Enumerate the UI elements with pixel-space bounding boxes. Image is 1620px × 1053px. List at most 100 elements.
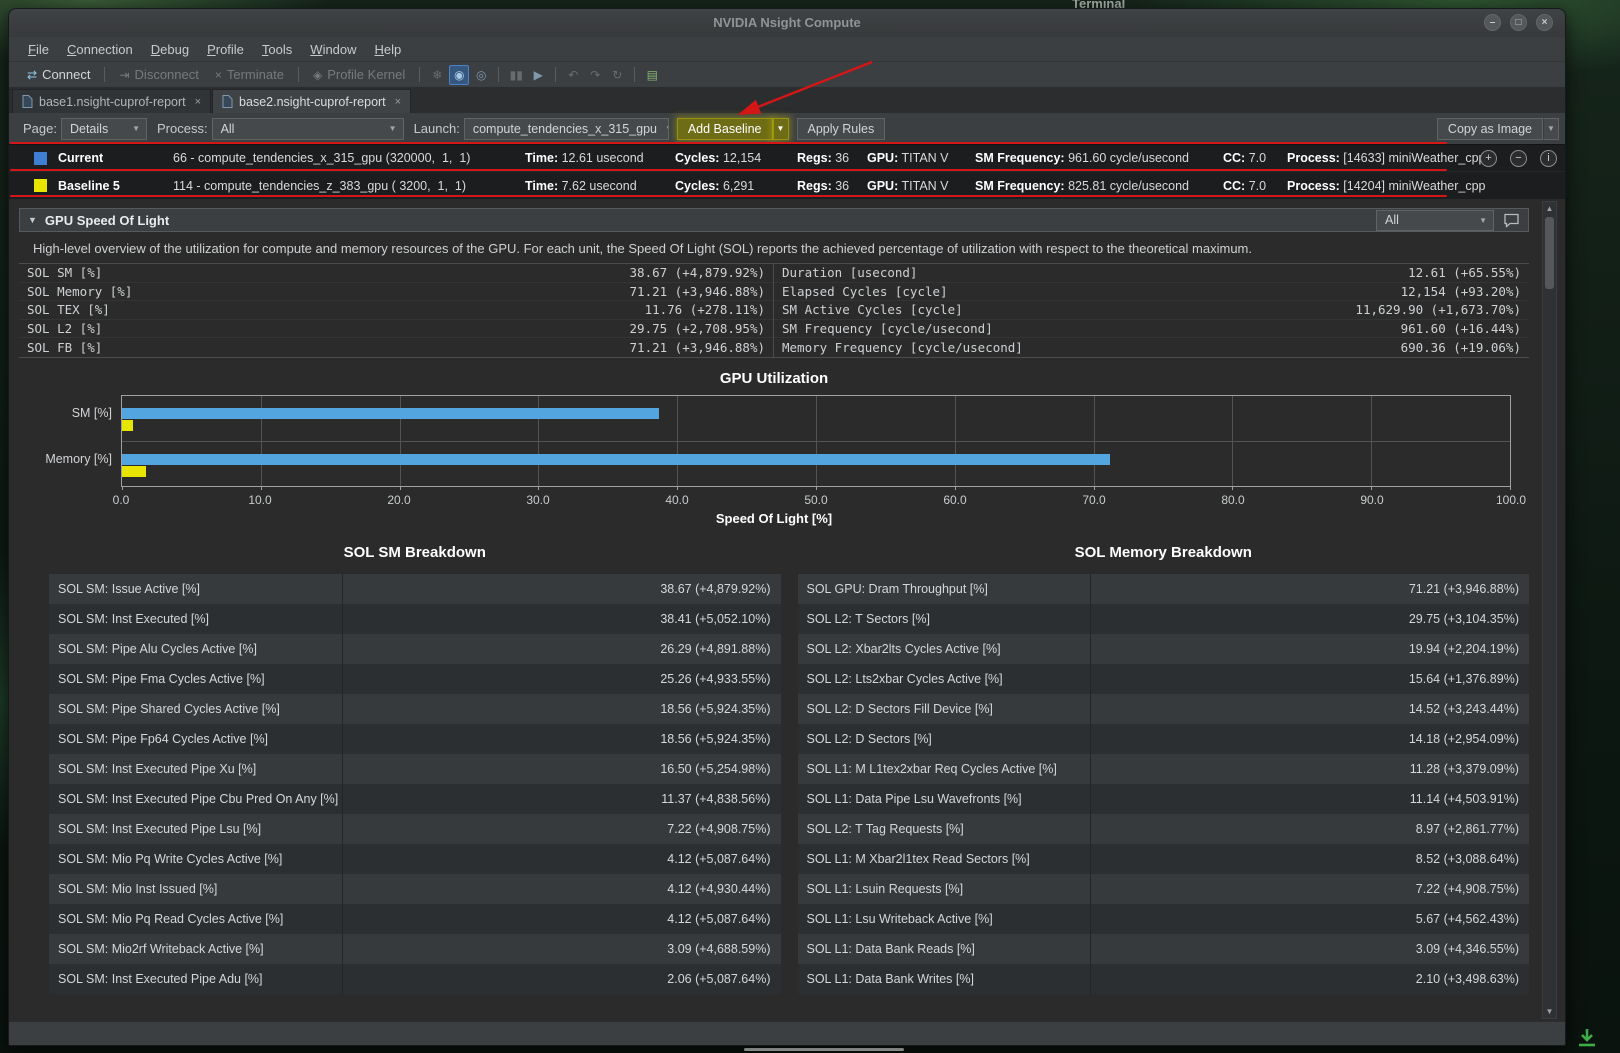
metric-row[interactable]: SM Frequency [cycle/usecond]961.60 (+16.…: [774, 320, 1529, 339]
profile-kernel-button[interactable]: ◈Profile Kernel: [305, 64, 413, 86]
breakdown-row[interactable]: SOL GPU: Dram Throughput [%]71.21 (+3,94…: [798, 574, 1530, 604]
baseline-row[interactable]: Current66 - compute_tendencies_x_315_gpu…: [9, 145, 1565, 172]
breakdown-row[interactable]: SOL SM: Inst Executed Pipe Lsu [%]7.22 (…: [49, 814, 781, 844]
breakdown-row[interactable]: SOL SM: Pipe Fma Cycles Active [%]25.26 …: [49, 664, 781, 694]
breakdown-row[interactable]: SOL SM: Inst Executed [%]38.41 (+5,052.1…: [49, 604, 781, 634]
sol-table-left: SOL SM [%]38.67 (+4,879.92%)SOL Memory […: [19, 264, 774, 357]
metric-row[interactable]: SOL Memory [%]71.21 (+3,946.88%): [19, 283, 773, 302]
breakdown-row[interactable]: SOL L2: D Sectors [%]14.18 (+2,954.09%): [798, 724, 1530, 754]
rerun-icon[interactable]: ↻: [607, 65, 627, 85]
breakdown-row[interactable]: SOL SM: Pipe Alu Cycles Active [%]26.29 …: [49, 634, 781, 664]
section-header-gpu-speed-of-light[interactable]: ▼ GPU Speed Of Light All ▼: [19, 208, 1529, 232]
baseline-name: Current: [58, 151, 173, 165]
menu-item-file[interactable]: File: [19, 40, 58, 59]
breakdown-row[interactable]: SOL SM: Inst Executed Pipe Adu [%]2.06 (…: [49, 964, 781, 994]
connect-button[interactable]: ⇄Connect: [19, 64, 98, 86]
scroll-down-icon[interactable]: ▼: [1543, 1005, 1556, 1018]
tab-close-icon[interactable]: ×: [195, 96, 201, 108]
menu-item-help[interactable]: Help: [366, 40, 411, 59]
freeze-api-icon[interactable]: ❄: [427, 65, 447, 85]
maximize-button[interactable]: □: [1510, 14, 1527, 31]
metric-name: SOL Memory [%]: [27, 284, 132, 299]
breakdown-row[interactable]: SOL SM: Mio Pq Write Cycles Active [%]4.…: [49, 844, 781, 874]
metric-row[interactable]: SOL FB [%]71.21 (+3,946.88%): [19, 338, 773, 357]
breakdown-row[interactable]: SOL L2: T Sectors [%]29.75 (+3,104.35%): [798, 604, 1530, 634]
dock-indicator: [744, 1048, 904, 1051]
profile-series-icon[interactable]: ◉: [449, 65, 469, 85]
baseline-panel: Current66 - compute_tendencies_x_315_gpu…: [9, 144, 1565, 199]
scrollbar-thumb[interactable]: [1545, 217, 1554, 289]
resume-icon[interactable]: ▶: [528, 65, 548, 85]
zoom-in-button[interactable]: +: [1480, 150, 1497, 167]
breakdown-row[interactable]: SOL SM: Mio2rf Writeback Active [%]3.09 …: [49, 934, 781, 964]
menu-item-profile[interactable]: Profile: [198, 40, 253, 59]
breakdown-row[interactable]: SOL SM: Issue Active [%]38.67 (+4,879.92…: [49, 574, 781, 604]
baseline-stat: Cycles: 6,291: [675, 179, 797, 193]
breakdown-metric-name: SOL L1: Lsu Writeback Active [%]: [798, 904, 1091, 934]
breakdown-row[interactable]: SOL L1: Lsuin Requests [%]7.22 (+4,908.7…: [798, 874, 1530, 904]
breakdown-row[interactable]: SOL SM: Pipe Fp64 Cycles Active [%]18.56…: [49, 724, 781, 754]
info-button[interactable]: i: [1540, 150, 1557, 167]
chart-tick-label: 80.0: [1221, 493, 1244, 507]
pause-icon[interactable]: ▮▮: [506, 65, 526, 85]
disconnect-button[interactable]: ⇥Disconnect: [111, 64, 206, 86]
breakdown-row[interactable]: SOL L1: Lsu Writeback Active [%]5.67 (+4…: [798, 904, 1530, 934]
memory-breakdown-title: SOL Memory Breakdown: [798, 544, 1530, 561]
titlebar[interactable]: NVIDIA Nsight Compute –□×: [9, 9, 1565, 37]
breakdown-row[interactable]: SOL SM: Inst Executed Pipe Cbu Pred On A…: [49, 784, 781, 814]
breakdown-row[interactable]: SOL L1: M L1tex2xbar Req Cycles Active […: [798, 754, 1530, 784]
metric-name: SOL FB [%]: [27, 340, 102, 355]
breakdown-row[interactable]: SOL L2: D Sectors Fill Device [%]14.52 (…: [798, 694, 1530, 724]
metric-row[interactable]: Elapsed Cycles [cycle]12,154 (+93.20%): [774, 283, 1529, 302]
collapse-arrow-icon[interactable]: ▼: [28, 215, 37, 225]
breakdown-row[interactable]: SOL SM: Pipe Shared Cycles Active [%]18.…: [49, 694, 781, 724]
undo-icon[interactable]: ↶: [563, 65, 583, 85]
launch-dropdown[interactable]: compute_tendencies_x_315_gpu ▼: [464, 118, 669, 140]
metric-name: SM Frequency [cycle/usecond]: [782, 321, 993, 336]
metric-row[interactable]: SM Active Cycles [cycle]11,629.90 (+1,67…: [774, 301, 1529, 320]
baseline-name: Baseline 5: [58, 179, 173, 193]
zoom-out-button[interactable]: −: [1510, 150, 1527, 167]
metric-row[interactable]: SOL L2 [%]29.75 (+2,708.95%): [19, 320, 773, 339]
breakdown-row[interactable]: SOL SM: Mio Pq Read Cycles Active [%]4.1…: [49, 904, 781, 934]
breakdown-row[interactable]: SOL L1: M Xbar2l1tex Read Sectors [%]8.5…: [798, 844, 1530, 874]
breakdown-row[interactable]: SOL L2: Lts2xbar Cycles Active [%]15.64 …: [798, 664, 1530, 694]
scroll-up-icon[interactable]: ▲: [1543, 202, 1556, 215]
menu-item-tools[interactable]: Tools: [253, 40, 301, 59]
breakdown-row[interactable]: SOL SM: Mio Inst Issued [%]4.12 (+4,930.…: [49, 874, 781, 904]
vertical-scrollbar[interactable]: ▲ ▼: [1542, 201, 1557, 1019]
download-icon[interactable]: [1576, 1028, 1598, 1053]
minimize-button[interactable]: –: [1484, 14, 1501, 31]
profile-kernel-icon: ◈: [313, 68, 322, 82]
metric-list-icon[interactable]: ▤: [642, 65, 662, 85]
breakdown-row[interactable]: SOL L1: Data Pipe Lsu Wavefronts [%]11.1…: [798, 784, 1530, 814]
chart-xlabel: Speed Of Light [%]: [19, 511, 1529, 526]
breakdown-metric-name: SOL L1: M L1tex2xbar Req Cycles Active […: [798, 754, 1091, 784]
breakdown-row[interactable]: SOL L1: Data Bank Writes [%]2.10 (+3,498…: [798, 964, 1530, 994]
tab-base1.nsight-cuprof-report[interactable]: base1.nsight-cuprof-report×: [12, 89, 211, 113]
copy-as-image-dropdown-arrow[interactable]: ▼: [1543, 118, 1559, 140]
breakdown-row[interactable]: SOL L1: Data Bank Reads [%]3.09 (+4,346.…: [798, 934, 1530, 964]
breakdown-row[interactable]: SOL L2: Xbar2lts Cycles Active [%]19.94 …: [798, 634, 1530, 664]
process-dropdown[interactable]: All ▼: [212, 118, 404, 140]
metric-row[interactable]: Memory Frequency [cycle/usecond]690.36 (…: [774, 338, 1529, 357]
breakdown-row[interactable]: SOL SM: Inst Executed Pipe Xu [%]16.50 (…: [49, 754, 781, 784]
comment-bubble-icon[interactable]: [1503, 213, 1520, 228]
tab-close-icon[interactable]: ×: [395, 96, 401, 108]
breakdown-row[interactable]: SOL L2: T Tag Requests [%]8.97 (+2,861.7…: [798, 814, 1530, 844]
menu-item-connection[interactable]: Connection: [58, 40, 142, 59]
menu-item-window[interactable]: Window: [301, 40, 365, 59]
metric-row[interactable]: Duration [usecond]12.61 (+65.55%): [774, 264, 1529, 283]
menu-item-debug[interactable]: Debug: [142, 40, 198, 59]
baseline-capture-icon[interactable]: ◎: [471, 65, 491, 85]
metric-row[interactable]: SOL TEX [%]11.76 (+278.11%): [19, 301, 773, 320]
redo-icon[interactable]: ↷: [585, 65, 605, 85]
metric-row[interactable]: SOL SM [%]38.67 (+4,879.92%): [19, 264, 773, 283]
section-filter-dropdown[interactable]: All ▼: [1376, 210, 1494, 231]
copy-as-image-button[interactable]: Copy as Image: [1437, 118, 1543, 140]
tab-base2.nsight-cuprof-report[interactable]: base2.nsight-cuprof-report×: [212, 89, 411, 113]
page-dropdown[interactable]: Details ▼: [61, 118, 147, 140]
metric-name: SOL SM [%]: [27, 265, 102, 280]
close-button[interactable]: ×: [1536, 14, 1553, 31]
terminate-button[interactable]: ×Terminate: [207, 64, 292, 86]
